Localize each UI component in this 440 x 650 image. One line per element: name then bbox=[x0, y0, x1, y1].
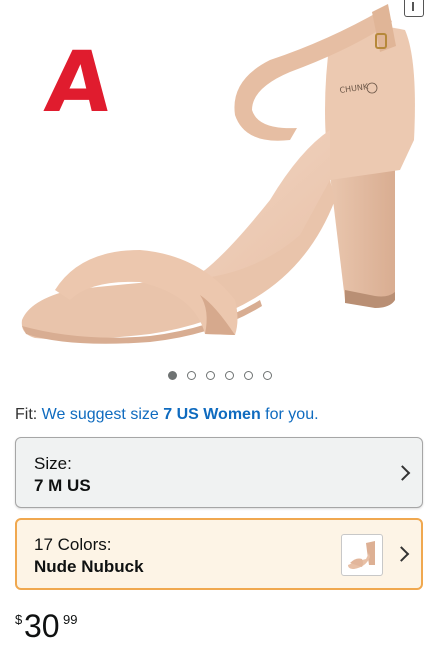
chevron-right-icon bbox=[393, 546, 410, 562]
carousel-dot[interactable] bbox=[244, 371, 253, 380]
chevron-right-icon bbox=[394, 464, 411, 481]
color-value: Nude Nubuck bbox=[34, 557, 144, 576]
fit-recommendation: Fit: We suggest size 7 US Women for you. bbox=[15, 406, 319, 424]
color-selector[interactable]: 17 Colors: Nude Nubuck bbox=[15, 518, 423, 590]
price-fraction: 99 bbox=[63, 612, 78, 627]
fit-suffix[interactable]: for you. bbox=[265, 406, 318, 423]
carousel-dot[interactable] bbox=[206, 371, 215, 380]
carousel-dot[interactable] bbox=[187, 371, 196, 380]
carousel-dot[interactable] bbox=[225, 371, 234, 380]
fit-suggest-link[interactable]: We suggest size bbox=[42, 406, 159, 423]
price-currency: $ bbox=[15, 612, 23, 627]
carousel-dot-active[interactable] bbox=[168, 371, 177, 380]
share-icon[interactable] bbox=[404, 0, 424, 17]
product-image[interactable]: CHUNK A bbox=[0, 0, 440, 362]
size-selector[interactable]: Size: 7 M US bbox=[15, 437, 423, 508]
price-whole: 30 bbox=[24, 608, 60, 644]
color-swatch-thumbnail bbox=[341, 534, 383, 576]
annotation-letter: A bbox=[40, 33, 117, 131]
colors-count-label: 17 Colors: bbox=[34, 535, 112, 554]
carousel-dot[interactable] bbox=[263, 371, 272, 380]
image-carousel-dots[interactable] bbox=[0, 371, 440, 380]
size-value: 7 M US bbox=[34, 476, 91, 495]
fit-suggested-size[interactable]: 7 US Women bbox=[163, 406, 261, 423]
fit-prefix: Fit: bbox=[15, 406, 38, 423]
size-label: Size: bbox=[34, 454, 72, 473]
